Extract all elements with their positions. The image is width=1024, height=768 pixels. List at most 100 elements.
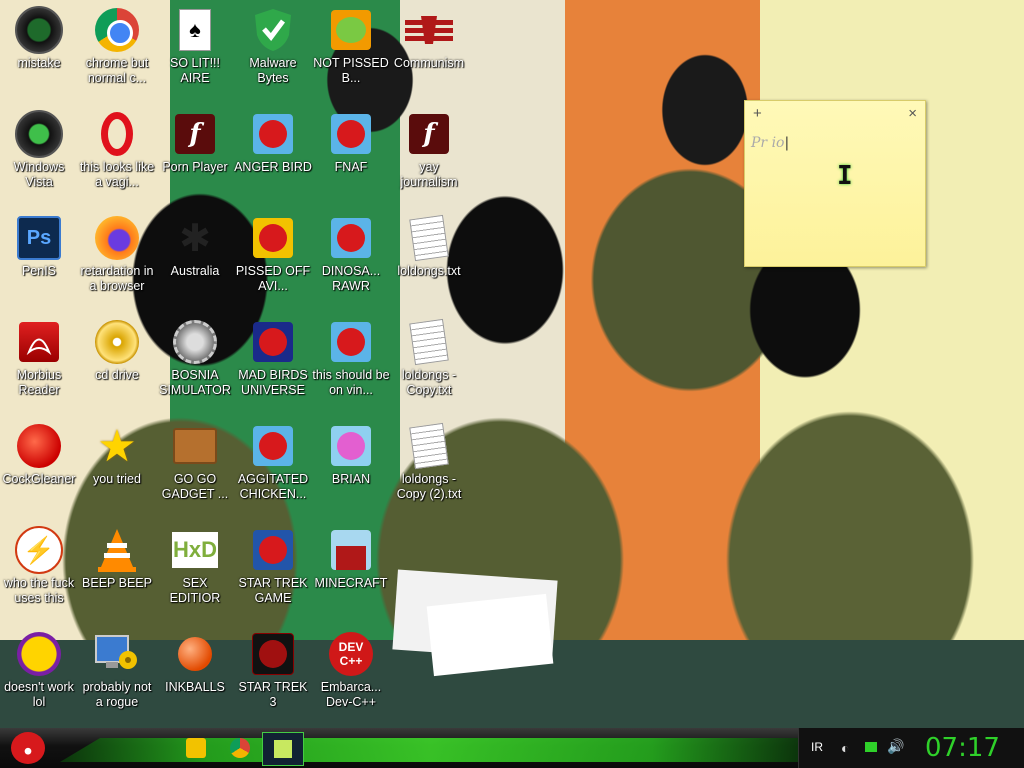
flash-icon-2: f [409,114,449,154]
pdf-reader-icon [19,322,59,362]
ccleaner-icon [17,424,61,468]
desktop-icon-so-lit-aire[interactable]: ♠ SO LIT!!! AIRE [156,6,234,86]
flash-icon: f [175,114,215,154]
desktop-icon-windows-vista[interactable]: Windows Vista [0,110,78,190]
desktop-icon-loldongs-copy[interactable]: loldongs - Copy.txt [390,318,468,398]
desktop-icon-penis[interactable]: Ps PenIS [0,214,78,279]
action-center-icon[interactable] [865,742,877,752]
desktop-icon-australia[interactable]: ✱ Australia [156,214,234,279]
desktop-wallpaper[interactable]: mistake Windows Vista Ps PenIS Morbius R… [0,0,1024,728]
desktop-icon-communism[interactable]: Communism [390,6,468,71]
desktop-icon-who-uses-this[interactable]: ⚡ who the fuck uses this [0,526,78,606]
sticky-add-button[interactable]: + [753,105,762,122]
dev-cpp-icon: DEV C++ [329,632,373,676]
angry-bird-start-icon [11,732,45,764]
desktop-icon-fnaf[interactable]: FNAF [312,110,390,175]
desktop-icon-malware-bytes[interactable]: Malware Bytes [234,6,312,86]
desktop-icon-you-tried[interactable]: ★ you tried [78,422,156,487]
sticky-note-text[interactable]: Pr io| [745,125,925,161]
desktop-icon-brian[interactable]: BRIAN [312,422,390,487]
briefcase-icon [173,428,217,464]
text-cursor-icon: I [837,161,853,191]
hxd-icon: HxD [172,532,218,568]
desktop-icon-mad-birds-universe[interactable]: MAD BIRDS UNIVERSE [234,318,312,398]
sticky-notes-icon [274,740,292,758]
star-icon: ★ [97,421,137,471]
mine-icon [173,320,217,364]
sticky-note-titlebar[interactable]: + × [745,101,925,125]
taskbar-explorer-icon[interactable] [186,738,206,758]
angry-birds-star-wars-icon [259,536,287,564]
spider-icon: ✱ [179,217,211,260]
desktop-icon-opera[interactable]: this looks like a vagi... [78,110,156,190]
desktop-icon-star-trek-game[interactable]: STAR TREK GAME [234,526,312,606]
shield-check-icon [255,9,291,51]
desktop-icon-loldongs-txt[interactable]: loldongs.txt [390,214,468,279]
angry-bird-icon-4 [337,328,365,356]
lightning-icon: ⚡ [15,526,63,574]
mistake-icon [15,6,63,54]
desktop-icon-cockgleaner[interactable]: CockGleaner [0,422,78,487]
desktop-icon-dinosa-rawr[interactable]: DINOSA... RAWR [312,214,390,294]
stella-bird-icon [337,432,365,460]
angry-birds-star-wars-2-icon [259,640,287,668]
chrome-icon [95,8,139,52]
desktop-icon-bosnia-simulator[interactable]: BOSNIA SIMULATOR [156,318,234,398]
angry-bird-rio-icon [259,432,287,460]
desktop-icon-inkballs[interactable]: INKBALLS [156,630,234,695]
desktop-icon-go-go-gadget[interactable]: GO GO GADGET ... [156,422,234,502]
desktop-icon-star-trek-3[interactable]: STAR TREK 3 [234,630,312,710]
desktop-icon-pissed-off-avi[interactable]: PISSED OFF AVI... [234,214,312,294]
desktop-icon-this-should-be-on-vin[interactable]: this should be on vin... [312,318,390,398]
clock[interactable]: 07:17 [925,733,1000,763]
desktop-icon-not-pissed-b[interactable]: NOT PISSED B... [312,6,390,86]
network-icon[interactable]: ◐ [841,740,849,756]
wallpaper-paper-2 [426,593,554,677]
system-tray: IR ◐ 🔊 07:17 [798,728,1024,768]
angry-birds-seasons-icon [259,224,287,252]
desktop-icon-sex-editior[interactable]: HxD SEX EDITIOR [156,526,234,606]
vista-icon [15,110,63,158]
angry-bird-icon-2 [337,120,365,148]
monitor-gears-icon [95,635,137,669]
cd-icon [95,320,139,364]
start-button[interactable] [6,728,50,768]
desktop-icon-anger-bird[interactable]: ANGER BIRD [234,110,312,175]
desktop-icon-probably-not-rogue[interactable]: probably not a rogue [78,630,156,710]
volume-icon[interactable]: 🔊 [887,738,904,755]
angry-bird-icon-3 [337,224,365,252]
desktop-icon-chrome[interactable]: chrome but normal c... [78,6,156,86]
inkball-icon [178,637,212,671]
sticky-note[interactable]: + × Pr io| I [744,100,926,267]
sticky-close-button[interactable]: × [908,105,917,122]
desktop-icon-aggitated-chicken[interactable]: AGGITATED CHICKEN... [234,422,312,502]
photoshop-icon: Ps [17,216,61,260]
taskbar-chrome-icon[interactable] [230,738,250,758]
desktop-icon-loldongs-copy-2[interactable]: loldongs - Copy (2).txt [390,422,468,502]
desktop-icon-doesnt-work[interactable]: doesn't work lol [0,630,78,710]
arstotzka-emblem-icon [405,16,453,44]
desktop-icon-firefox[interactable]: retardation in a browser [78,214,156,294]
angry-birds-space-icon [259,328,287,356]
bad-piggies-icon [336,17,366,43]
yahoo-messenger-icon [17,632,61,676]
desktop-icon-porn-player[interactable]: f Porn Player [156,110,234,175]
language-indicator[interactable]: IR [811,740,823,754]
desktop-icon-yay-journalism[interactable]: f yay journalism [390,110,468,190]
playing-card-icon: ♠ [179,9,211,51]
taskbar-sticky-notes-button[interactable] [262,732,304,766]
minecraft-bird-icon [336,546,366,570]
text-file-icon-2 [409,318,449,366]
desktop-icon-dev-cpp[interactable]: DEV C++ Embarca... Dev-C++ [312,630,390,710]
angry-bird-icon [259,120,287,148]
desktop-icon-minecraft[interactable]: MINECRAFT [312,526,390,591]
desktop-icon-cd-drive[interactable]: cd drive [78,318,156,383]
vlc-cone-icon [98,529,136,572]
taskbar-green-stripe [60,738,800,762]
desktop-icon-morbius-reader[interactable]: Morbius Reader [0,318,78,398]
text-file-icon-3 [409,422,449,470]
firefox-icon [95,216,139,260]
desktop-icon-mistake[interactable]: mistake [0,6,78,71]
desktop-icon-beep-beep[interactable]: BEEP BEEP [78,526,156,591]
opera-icon [101,112,133,156]
